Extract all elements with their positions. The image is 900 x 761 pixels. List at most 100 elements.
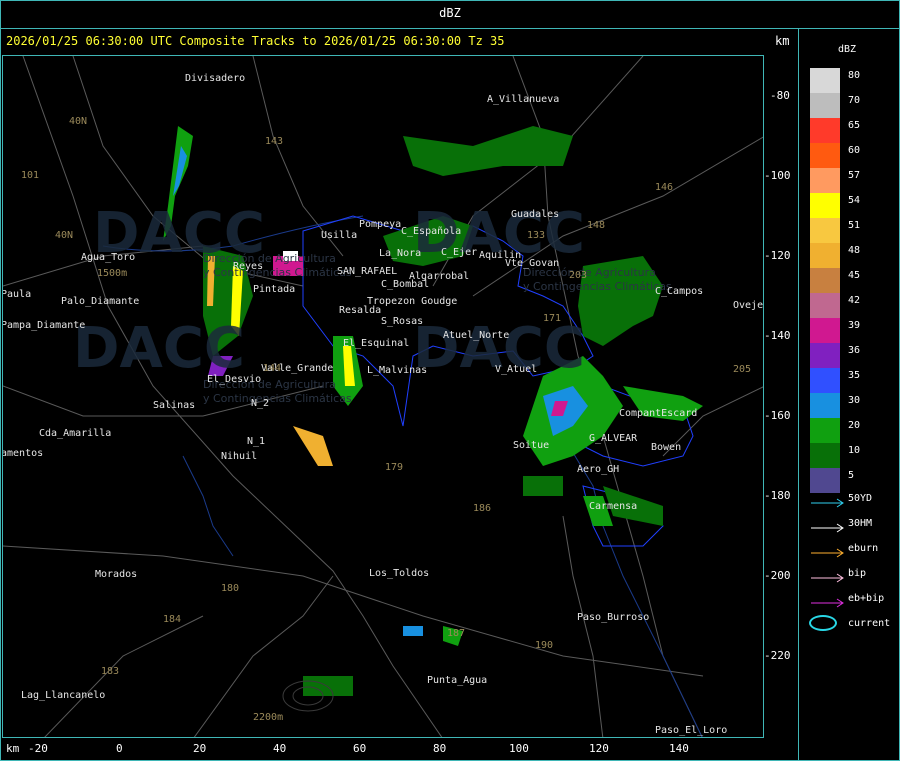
place-label: L_Malvinas bbox=[367, 365, 428, 376]
place-label: C_Ejer bbox=[441, 247, 478, 258]
header-text: 2026/01/25 06:30:00 UTC Composite Tracks… bbox=[6, 34, 505, 48]
place-label: Bowen bbox=[651, 442, 682, 453]
route-number: 186 bbox=[473, 503, 492, 514]
place-label: Lag_Llancanelo bbox=[21, 690, 106, 701]
route-number: 205 bbox=[733, 364, 752, 375]
track-arrow-30hm bbox=[810, 518, 846, 533]
place-label: Carmensa bbox=[589, 501, 638, 512]
legend-swatch bbox=[810, 193, 840, 218]
place-label: CompantEscard bbox=[619, 408, 698, 419]
legend-swatch bbox=[810, 418, 840, 443]
elevation-label: 1500m bbox=[97, 268, 128, 279]
y-tick: -140 bbox=[764, 329, 791, 342]
legend-swatch bbox=[810, 68, 840, 93]
place-label: Divisadero bbox=[185, 73, 246, 84]
route-number: 101 bbox=[21, 170, 40, 181]
y-tick: -200 bbox=[764, 569, 791, 582]
current-label: current bbox=[848, 618, 891, 629]
place-label: Paula bbox=[2, 289, 32, 300]
place-label: Oveje bbox=[733, 300, 764, 311]
legend-swatch bbox=[810, 293, 840, 318]
place-label: Pompeya bbox=[359, 219, 402, 230]
track-arrow-bip bbox=[810, 568, 846, 583]
place-label: Cda_Amarilla bbox=[39, 428, 112, 439]
legend-value: 45 bbox=[848, 270, 861, 281]
track-arrow-50yd bbox=[810, 493, 846, 508]
legend-swatch bbox=[810, 268, 840, 293]
legend-value: 20 bbox=[848, 420, 861, 431]
route-number: 133 bbox=[527, 230, 546, 241]
y-tick: -180 bbox=[764, 489, 791, 502]
x-tick: 40 bbox=[273, 742, 287, 755]
place-label: Agua_Toro bbox=[81, 252, 136, 263]
place-label: Pintada bbox=[253, 284, 296, 295]
x-tick: 80 bbox=[433, 742, 447, 755]
place-label: Guadales bbox=[511, 209, 560, 220]
route-number: 180 bbox=[221, 583, 240, 594]
place-label: Pampa_Diamante bbox=[2, 320, 86, 331]
radar-map[interactable]: DACC DACC DACC DACC Dirección de Agricul… bbox=[2, 55, 764, 738]
legend-value: 51 bbox=[848, 220, 861, 231]
legend-swatch bbox=[810, 343, 840, 368]
x-tick: -20 bbox=[28, 742, 48, 755]
legend-swatch bbox=[810, 143, 840, 168]
y-tick: -120 bbox=[764, 249, 791, 262]
legend-value: 36 bbox=[848, 345, 861, 356]
legend-value: 65 bbox=[848, 120, 861, 131]
route-number: 40N bbox=[55, 230, 74, 241]
place-label: Punta_Agua bbox=[427, 675, 488, 686]
place-label: Paso_El_Loro bbox=[655, 725, 728, 736]
legend-value: 80 bbox=[848, 70, 861, 81]
map-canvas bbox=[3, 56, 763, 737]
route-number: 203 bbox=[569, 270, 588, 281]
place-label: amentos bbox=[2, 448, 44, 459]
place-label: V_Atuel bbox=[495, 364, 538, 375]
legend-swatch bbox=[810, 443, 840, 468]
route-number: 40N bbox=[69, 116, 88, 127]
legend-value: 39 bbox=[848, 320, 861, 331]
track-label: 50YD bbox=[848, 493, 873, 504]
watermark-logo: DACC bbox=[73, 316, 246, 381]
window-title: dBZ bbox=[439, 6, 461, 20]
legend-swatch bbox=[810, 318, 840, 343]
route-number: 190 bbox=[535, 640, 554, 651]
route-number: 179 bbox=[385, 462, 404, 473]
watermark-sub: y Contingencias Climáticas bbox=[523, 280, 672, 293]
track-arrow-eburn bbox=[810, 543, 846, 558]
y-tick: -220 bbox=[764, 649, 791, 662]
place-label: A_Villanueva bbox=[487, 94, 560, 105]
legend-value: 48 bbox=[848, 245, 861, 256]
elevation-label: 2200m bbox=[253, 712, 284, 723]
place-label: S_Rosas bbox=[381, 316, 424, 327]
place-label: El_Esquinal bbox=[343, 338, 410, 349]
watermark-sub: Dirección de Agricultura bbox=[203, 252, 336, 265]
track-label: 30HM bbox=[848, 518, 873, 529]
legend-value: 35 bbox=[848, 370, 861, 381]
legend-value: 5 bbox=[848, 470, 855, 481]
place-label: C_Española bbox=[401, 226, 462, 237]
route-number: 143 bbox=[265, 136, 284, 147]
legend-value: 60 bbox=[848, 145, 861, 156]
y-unit-label: km bbox=[775, 34, 790, 48]
legend-value: 54 bbox=[848, 195, 861, 206]
legend-swatch bbox=[810, 118, 840, 143]
place-label: Paso_Burroso bbox=[577, 612, 650, 623]
legend-value: 10 bbox=[848, 445, 861, 456]
place-label: G_ALVEAR bbox=[589, 433, 638, 444]
x-tick: 0 bbox=[116, 742, 123, 755]
y-tick: -160 bbox=[764, 409, 791, 422]
place-label: Nihuil bbox=[221, 451, 258, 462]
place-label: C_Campos bbox=[655, 286, 704, 297]
legend-swatch bbox=[810, 368, 840, 393]
x-tick: 140 bbox=[669, 742, 689, 755]
place-label: Vte_Govan bbox=[505, 258, 560, 269]
place-label: Salinas bbox=[153, 400, 196, 411]
legend-value: 57 bbox=[848, 170, 861, 181]
legend-value: 70 bbox=[848, 95, 861, 106]
place-label: N_2 bbox=[251, 398, 270, 409]
legend-swatch bbox=[810, 168, 840, 193]
place-label: C_Bombal bbox=[381, 279, 430, 290]
route-number: 171 bbox=[543, 313, 562, 324]
route-number: 144 bbox=[263, 363, 282, 374]
track-label: eburn bbox=[848, 543, 879, 554]
